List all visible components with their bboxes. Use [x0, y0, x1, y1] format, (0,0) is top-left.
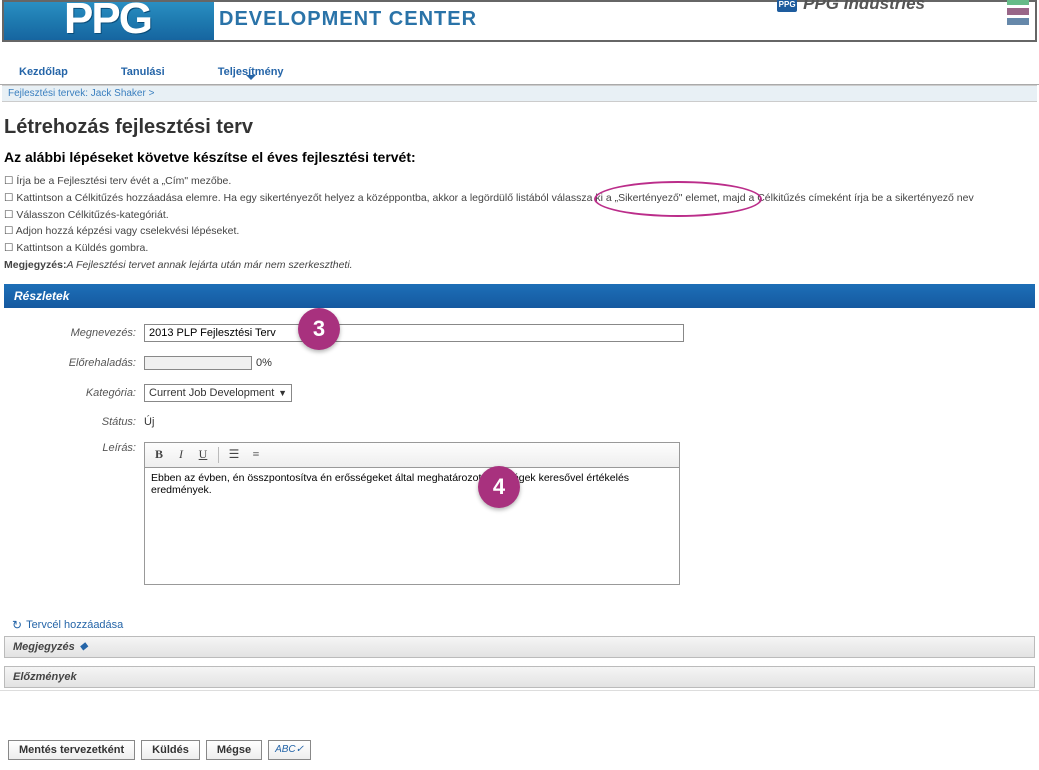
refresh-icon: ↻ [12, 618, 22, 632]
banner: PPG DEVELOPMENT CENTER PPG PPG Industrie… [2, 0, 1037, 42]
submit-button[interactable]: Küldés [141, 740, 200, 760]
tab-performance[interactable]: Teljesítmény [214, 60, 288, 84]
page-subtitle: Az alábbi lépéseket követve készítse el … [4, 149, 1035, 165]
instruction-item: Írja be a Fejlesztési terv évét a „Cím" … [4, 173, 1035, 190]
instructions-block: Írja be a Fejlesztési terv évét a „Cím" … [4, 173, 1035, 274]
banner-title: DEVELOPMENT CENTER [219, 8, 477, 31]
name-input[interactable] [144, 324, 684, 342]
progress-bar [144, 356, 252, 370]
note-label: Megjegyzés: [4, 259, 66, 271]
instruction-item: Kattintson a Célkitűzés hozzáadása elemr… [4, 190, 1035, 207]
notes-label: Megjegyzés [13, 641, 75, 653]
bold-button[interactable]: B [149, 446, 169, 464]
add-goal-label: Tervcél hozzáadása [26, 619, 123, 631]
step-badge-3: 3 [298, 308, 340, 350]
details-body: 3 4 Megnevezés: Előrehaladás: 0% Kategór… [4, 308, 1035, 612]
chevron-down-icon: ▼ [278, 388, 287, 398]
decorative-bars [1007, 0, 1029, 25]
label-category: Kategória: [4, 387, 144, 399]
banner-right-logo: PPG PPG Industries [777, 0, 925, 14]
breadcrumb-link[interactable]: Fejlesztési tervek: Jack Shaker [8, 88, 146, 99]
label-status: Státus: [4, 416, 144, 428]
ppg-small-logo: PPG [777, 0, 797, 12]
description-textarea[interactable] [144, 467, 680, 585]
save-draft-button[interactable]: Mentés tervezetként [8, 740, 135, 760]
label-name: Megnevezés: [4, 327, 144, 339]
tab-learning[interactable]: Tanulási [117, 60, 169, 84]
step-badge-4: 4 [478, 466, 520, 508]
bullet-list-button[interactable]: ☰ [224, 446, 244, 464]
tab-home[interactable]: Kezdőlap [15, 60, 72, 84]
category-value: Current Job Development [149, 387, 274, 399]
instruction-item: Adjon hozzá képzési vagy cselekvési lépé… [4, 223, 1035, 240]
instruction-item: Kattintson a Küldés gombra. [4, 240, 1035, 257]
underline-button[interactable]: U [193, 446, 213, 464]
italic-button[interactable]: I [171, 446, 191, 464]
collapsible-history[interactable]: Előzmények [4, 666, 1035, 688]
collapsible-notes[interactable]: Megjegyzés ◆ [4, 636, 1035, 658]
company-name: PPG Industries [803, 0, 925, 14]
history-label: Előzmények [13, 671, 77, 683]
numbered-list-button[interactable]: ≡ [246, 446, 266, 464]
rich-text-editor: B I U ☰ ≡ [144, 442, 680, 588]
category-select[interactable]: Current Job Development ▼ [144, 384, 292, 402]
status-value: Új [144, 416, 154, 428]
label-progress: Előrehaladás: [4, 357, 144, 369]
section-details-header: Részletek [4, 284, 1035, 308]
progress-value: 0% [256, 357, 272, 369]
breadcrumb-separator: > [149, 88, 155, 99]
note-text: A Fejlesztési tervet annak lejárta után … [66, 259, 352, 271]
expand-icon: ◆ [80, 641, 88, 652]
instruction-item: Válasszon Célkitűzés-kategóriát. [4, 207, 1035, 224]
label-description: Leírás: [4, 442, 144, 454]
spellcheck-button[interactable]: ABC✓ [268, 740, 311, 760]
page-title: Létrehozás fejlesztési terv [4, 116, 1035, 139]
ppg-main-logo: PPG [64, 0, 151, 44]
breadcrumb: Fejlesztési tervek: Jack Shaker > [2, 85, 1037, 102]
cancel-button[interactable]: Mégse [206, 740, 262, 760]
rte-toolbar: B I U ☰ ≡ [144, 442, 680, 467]
button-bar: Mentés tervezetként Küldés Mégse ABC✓ [0, 734, 1039, 766]
nav-tabs: Kezdőlap Tanulási Teljesítmény [0, 60, 1039, 85]
add-goal-link[interactable]: ↻ Tervcél hozzáadása [12, 618, 1027, 632]
